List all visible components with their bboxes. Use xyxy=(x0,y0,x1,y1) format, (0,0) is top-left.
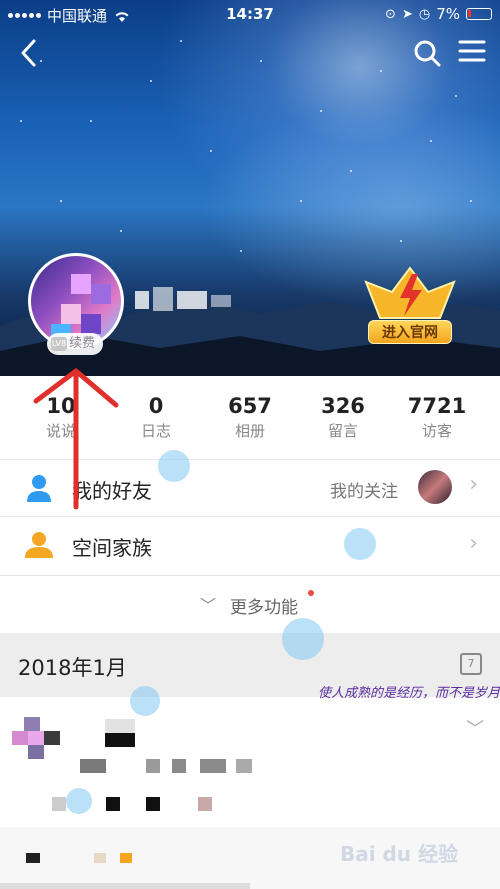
baidu-watermark: Bai du 经验 xyxy=(340,842,459,866)
renew-label: 续费 xyxy=(69,336,96,351)
back-icon[interactable] xyxy=(18,38,40,72)
chevron-right-icon: › xyxy=(469,531,478,556)
stat-value: 7721 xyxy=(407,394,467,418)
pixel-block xyxy=(200,759,226,773)
stat-value: 326 xyxy=(321,394,365,418)
pixel-block xyxy=(120,853,132,863)
touch-bubble xyxy=(158,450,190,482)
pixel-block xyxy=(198,797,212,811)
signature-watermark: 使人成熟的是经历，而不是岁月 xyxy=(318,686,500,701)
pixel-block xyxy=(94,853,106,863)
location-icon: ➤ xyxy=(401,6,413,22)
annotation-arrow xyxy=(33,368,119,510)
more-functions-button[interactable]: ﹀ 更多功能 xyxy=(0,576,500,633)
battery-percent: 7% xyxy=(436,5,460,23)
stat-album[interactable]: 657 相册 xyxy=(205,394,295,441)
pixel-block xyxy=(106,797,120,811)
chevron-down-icon[interactable]: ﹀ xyxy=(466,715,484,741)
family-icon xyxy=(25,532,53,558)
pixel-block xyxy=(172,759,186,773)
renew-button[interactable]: LV8 续费 xyxy=(47,333,104,355)
stat-label: 相册 xyxy=(234,422,265,440)
space-family-title: 空间家族 xyxy=(72,536,152,560)
status-right: ⊙ ➤ ◷ 7% xyxy=(385,5,492,23)
more-functions-label: 更多功能 xyxy=(230,598,298,618)
stat-label: 访客 xyxy=(421,422,452,440)
official-site-badge[interactable]: 进入官网 xyxy=(362,262,458,346)
touch-bubble xyxy=(66,788,92,814)
stat-visitors[interactable]: 7721 访客 xyxy=(392,394,482,441)
scroll-indicator xyxy=(0,883,250,889)
notification-dot xyxy=(308,590,314,596)
pixel-block xyxy=(105,733,135,747)
lightning-crown-icon xyxy=(364,266,456,319)
chevron-right-icon: › xyxy=(469,472,478,497)
pixel-block xyxy=(80,759,106,773)
month-label: 2018年1月 xyxy=(18,656,127,680)
stat-label: 留言 xyxy=(327,422,358,440)
touch-bubble xyxy=(344,528,376,560)
status-bar: 中国联通 14:37 ⊙ ➤ ◷ 7% xyxy=(0,0,500,30)
touch-bubble xyxy=(130,686,160,716)
calendar-icon[interactable]: 7 xyxy=(460,653,482,675)
space-family-row[interactable]: 空间家族 › xyxy=(0,517,500,575)
pixel-block xyxy=(26,853,40,863)
pixel-block xyxy=(146,759,160,773)
search-icon[interactable] xyxy=(412,38,442,72)
pixel-block xyxy=(146,797,160,811)
stat-messages[interactable]: 326 留言 xyxy=(298,394,388,441)
vip-level-badge: LV8 xyxy=(51,337,67,351)
official-site-label: 进入官网 xyxy=(368,320,452,344)
stat-value: 657 xyxy=(228,394,272,418)
username-pixelated xyxy=(135,285,235,315)
lock-rotation-icon: ⊙ xyxy=(385,6,396,22)
chevron-down-icon: ﹀ xyxy=(200,596,217,615)
battery-icon xyxy=(466,8,492,20)
my-follows-link[interactable]: 我的关注 xyxy=(330,477,398,502)
feed-avatar-pixelated xyxy=(12,717,68,773)
menu-icon[interactable] xyxy=(458,38,486,68)
touch-bubble xyxy=(282,618,324,660)
follow-avatar xyxy=(418,470,452,504)
calendar-day: 7 xyxy=(467,657,475,670)
pixel-block xyxy=(105,719,135,733)
pixel-block xyxy=(236,759,252,773)
alarm-icon: ◷ xyxy=(418,6,431,22)
pixel-block xyxy=(52,797,66,811)
